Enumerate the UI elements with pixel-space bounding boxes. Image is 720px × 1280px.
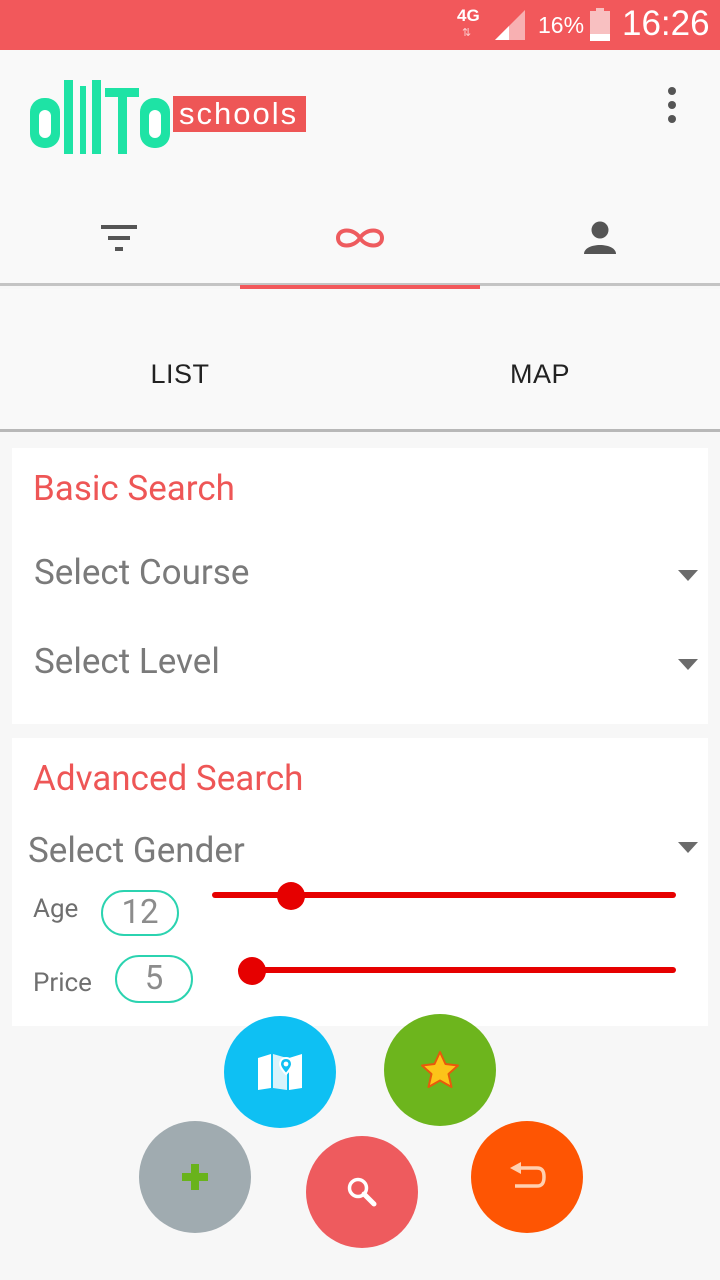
- battery-percent: 16%: [538, 12, 585, 38]
- advanced-search-card: Advanced Search Select Gender Age 12 Pri…: [12, 738, 708, 1026]
- tab-profile[interactable]: [480, 190, 720, 286]
- add-button[interactable]: [139, 1121, 251, 1233]
- dropdown-arrow-icon: [678, 659, 698, 670]
- tab-filter[interactable]: [0, 190, 240, 286]
- plus-icon: [182, 1164, 208, 1190]
- price-slider-thumb[interactable]: [238, 957, 266, 985]
- app-bar: schools: [0, 50, 720, 289]
- price-value-badge: 5: [115, 955, 193, 1003]
- undo-icon: [510, 1162, 546, 1188]
- clock: 16:26: [622, 4, 710, 43]
- course-select[interactable]: Select Course: [34, 546, 708, 606]
- search-button[interactable]: [306, 1136, 418, 1248]
- dropdown-arrow-icon: [678, 570, 698, 581]
- battery-icon: [590, 8, 610, 41]
- advanced-search-title: Advanced Search: [33, 758, 304, 799]
- dropdown-arrow-icon: [678, 842, 698, 853]
- map-icon: [258, 1054, 302, 1090]
- more-options-button[interactable]: [655, 86, 689, 126]
- level-select[interactable]: Select Level: [34, 635, 708, 695]
- infinity-icon: [335, 228, 385, 248]
- back-button[interactable]: [471, 1121, 583, 1233]
- network-type: 4G: [457, 6, 480, 25]
- signal-icon: [495, 10, 525, 40]
- level-select-label: Select Level: [34, 641, 220, 682]
- filter-icon: [101, 225, 137, 251]
- basic-search-card: Basic Search Select Course Select Level: [12, 448, 708, 724]
- data-activity-icon: ⇅: [462, 26, 472, 39]
- app-logo: schools: [30, 80, 306, 154]
- view-toggle-bar: LIST MAP: [0, 289, 720, 432]
- age-slider-thumb[interactable]: [277, 882, 306, 910]
- favorites-button[interactable]: [384, 1014, 496, 1126]
- tab-infinity[interactable]: [240, 190, 480, 286]
- star-icon: [421, 1051, 459, 1088]
- price-slider[interactable]: [238, 957, 676, 985]
- status-bar: 4G ⇅ 16% 16:26: [0, 0, 720, 50]
- logo-text: schools: [179, 96, 298, 131]
- gender-select[interactable]: Select Gender: [28, 824, 708, 884]
- age-slider[interactable]: [212, 882, 676, 910]
- search-icon: [347, 1177, 377, 1207]
- tab-list[interactable]: LIST: [0, 359, 360, 390]
- age-value-badge: 12: [101, 890, 179, 936]
- person-icon: [584, 221, 616, 254]
- map-button[interactable]: [224, 1016, 336, 1128]
- price-slider-track: [238, 967, 676, 973]
- basic-search-title: Basic Search: [33, 468, 235, 509]
- tab-map[interactable]: MAP: [360, 359, 720, 390]
- gender-select-label: Select Gender: [28, 830, 245, 871]
- course-select-label: Select Course: [34, 552, 250, 593]
- price-label: Price: [33, 968, 92, 998]
- more-vert-icon: [668, 87, 676, 123]
- age-label: Age: [33, 894, 79, 924]
